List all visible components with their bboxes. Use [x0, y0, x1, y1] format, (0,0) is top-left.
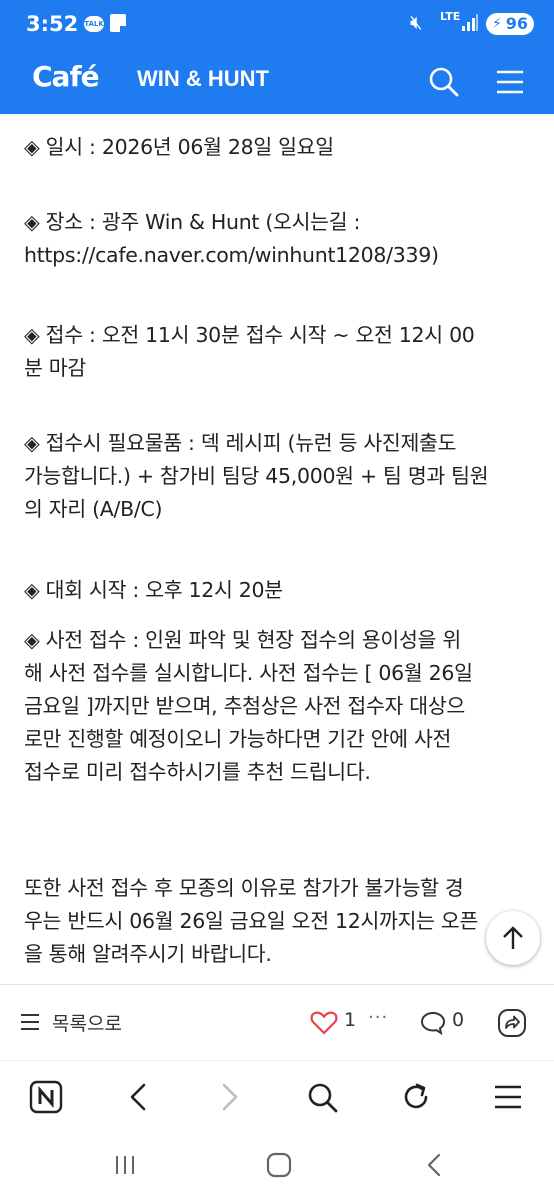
kakaotalk-notification-icon: TALK [84, 16, 104, 32]
signal-icon [462, 14, 478, 31]
more-icon[interactable]: ··· [368, 1007, 388, 1028]
comment-icon[interactable] [420, 1011, 446, 1035]
scroll-to-top-button[interactable] [486, 911, 540, 965]
article-action-bar: 목록으로 1 ··· 0 [0, 984, 554, 1060]
mute-icon: 🔇︎ [410, 10, 423, 34]
naver-home-icon[interactable] [28, 1079, 64, 1115]
cafe-logo[interactable]: Café [32, 60, 100, 93]
battery-indicator: ⚡ 96 [486, 13, 534, 35]
hamburger-menu-icon[interactable] [490, 62, 530, 102]
paragraph-pre-registration: ◈ 사전 접수 : 인원 파악 및 현장 접수의 용이성을 위 해 사전 접수를… [24, 628, 473, 784]
back-icon[interactable] [420, 1150, 450, 1180]
forward-arrow-icon[interactable] [212, 1079, 248, 1115]
search-icon[interactable] [424, 62, 464, 102]
share-icon[interactable] [496, 1007, 528, 1039]
app-header: Café WIN & HUNT [0, 52, 554, 114]
article-body: ◈ 일시 : 2026년 06월 28일 일요일 ◈ 장소 : 광주 Win &… [0, 114, 554, 984]
paragraph-cancellation: 또한 사전 접수 후 모종의 이유로 참가가 불가능할 경 우는 반드시 06월… [24, 876, 479, 966]
back-to-list-button[interactable]: 목록으로 [52, 1009, 122, 1036]
paragraph-date: ◈ 일시 : 2026년 06월 28일 일요일 [24, 135, 334, 159]
search-icon[interactable] [304, 1079, 340, 1115]
heart-icon[interactable] [310, 1011, 338, 1035]
like-count: 1 [344, 1009, 357, 1031]
status-bar: 3:52 TALK 🔇︎ LTE ⚡ 96 [0, 0, 554, 52]
arrow-up-icon [503, 926, 523, 949]
paragraph-registration: ◈ 접수 : 오전 11시 30분 접수 시작 ~ 오전 12시 00 분 마감 [24, 323, 475, 380]
hamburger-menu-icon[interactable] [490, 1079, 526, 1115]
back-arrow-icon[interactable] [120, 1079, 156, 1115]
charging-icon: ⚡ [492, 16, 502, 32]
home-icon[interactable] [264, 1150, 294, 1180]
system-navigation-bar [0, 1132, 554, 1200]
paragraph-start-time: ◈ 대회 시작 : 오후 12시 20분 [24, 578, 283, 602]
comment-count: 0 [452, 1009, 465, 1031]
note-notification-icon [110, 14, 126, 32]
browser-toolbar [0, 1060, 554, 1132]
paragraph-required-items: ◈ 접수시 필요물품 : 덱 레시피 (뉴런 등 사진제출도 가능합니다.) +… [24, 431, 489, 521]
refresh-icon[interactable] [398, 1079, 434, 1115]
recent-apps-icon[interactable] [110, 1150, 140, 1180]
list-icon[interactable] [20, 1013, 40, 1031]
status-time: 3:52 [26, 12, 79, 36]
cafe-name[interactable]: WIN & HUNT [137, 66, 269, 92]
battery-level: 96 [505, 14, 528, 33]
paragraph-location: ◈ 장소 : 광주 Win & Hunt (오시는길 : https://caf… [24, 210, 439, 267]
lte-label: LTE [440, 10, 461, 23]
